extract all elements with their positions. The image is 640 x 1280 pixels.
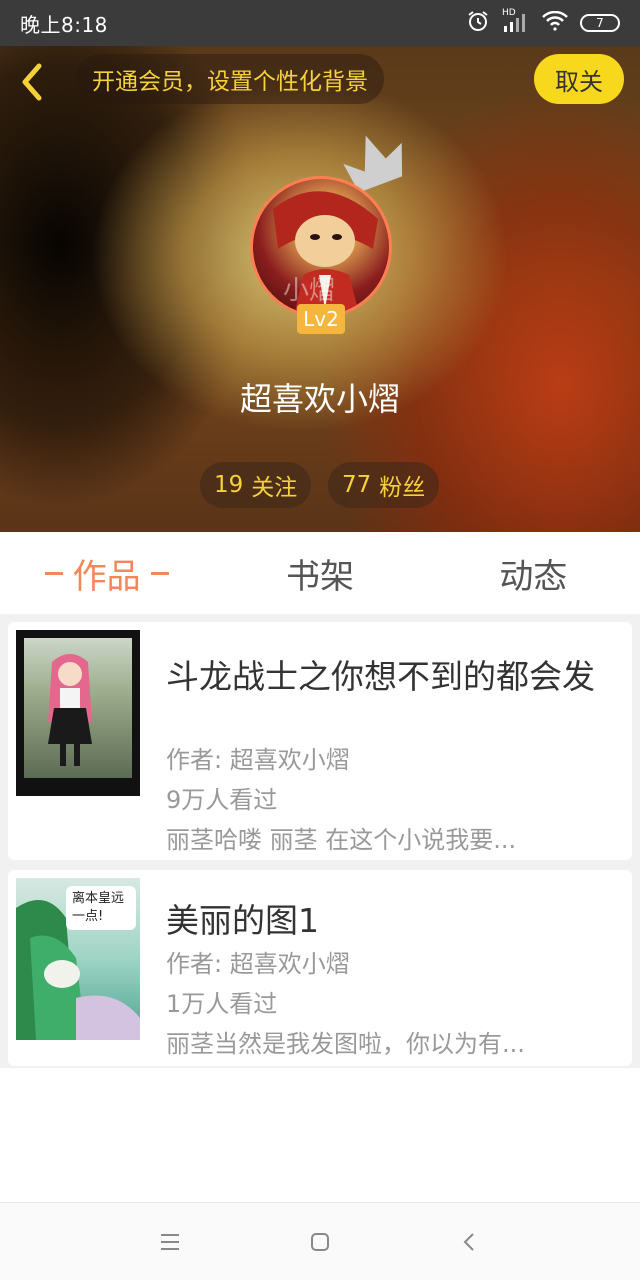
- cover-character: [48, 654, 92, 766]
- signal-icon: HD: [502, 8, 530, 34]
- fans-label: 粉丝: [379, 475, 426, 501]
- works-list: 斗龙战士之你想不到的都会发 作者: 超喜欢小熠 9万人看过 丽茎哈喽 丽茎 在这…: [0, 614, 640, 1068]
- tab-activity[interactable]: 动态: [427, 532, 640, 614]
- cover-art: [24, 638, 132, 778]
- following-count-button[interactable]: 19 关注: [200, 462, 312, 508]
- signal-hd-label: HD: [502, 8, 516, 18]
- cover-speech-bubble: 离本皇远一点!: [66, 886, 136, 930]
- work-views: 1万人看过: [166, 990, 278, 1018]
- fans-count-button[interactable]: 77 粉丝: [328, 462, 440, 508]
- work-title: 斗龙战士之你想不到的都会发: [166, 657, 595, 696]
- unfollow-button[interactable]: 取关: [534, 54, 624, 104]
- work-cover: [16, 630, 140, 796]
- system-navigation-bar: [0, 1202, 640, 1280]
- list-item[interactable]: 离本皇远一点! 美丽的图1 作者: 超喜欢小熠 1万人看过 丽茎当然是我发图啦，…: [8, 870, 632, 1066]
- status-time: 晚上8:18: [20, 12, 108, 37]
- menu-icon: [161, 1233, 179, 1250]
- vip-background-promo[interactable]: 开通会员，设置个性化背景: [76, 54, 384, 104]
- tab-active-dash-left: [44, 571, 63, 575]
- work-title: 美丽的图1: [166, 901, 319, 940]
- following-count: 19: [214, 472, 244, 498]
- tab-works-label: 作品: [72, 556, 141, 597]
- profile-tabs: 作品 书架 动态: [0, 532, 640, 614]
- list-item[interactable]: 斗龙战士之你想不到的都会发 作者: 超喜欢小熠 9万人看过 丽茎哈喽 丽茎 在这…: [8, 622, 632, 860]
- home-icon: [311, 1232, 329, 1251]
- work-description: 丽茎哈喽 丽茎 在这个小说我要...: [166, 826, 517, 854]
- work-description: 丽茎当然是我发图啦，你以为有...: [166, 1030, 525, 1058]
- menu-button[interactable]: [150, 1222, 190, 1262]
- back-arrow-icon: [22, 63, 42, 101]
- following-label: 关注: [251, 475, 298, 501]
- fans-count: 77: [342, 472, 372, 498]
- work-author: 作者: 超喜欢小熠: [166, 746, 350, 774]
- avatar[interactable]: 小熠: [250, 176, 392, 318]
- tab-activity-label: 动态: [499, 556, 568, 597]
- tab-bookshelf-label: 书架: [285, 556, 354, 597]
- profile-header: 开通会员，设置个性化背景 取关 小熠 Lv2 超喜欢小熠 19 关注 77 粉丝: [0, 46, 640, 532]
- tab-works[interactable]: 作品: [0, 532, 213, 614]
- tab-bookshelf[interactable]: 书架: [213, 532, 426, 614]
- work-cover: 离本皇远一点!: [16, 878, 140, 1040]
- work-views: 9万人看过: [166, 786, 278, 814]
- wifi-icon: [542, 10, 568, 35]
- status-icons: HD 7: [466, 8, 620, 37]
- user-nickname: 超喜欢小熠: [239, 380, 400, 418]
- work-author: 作者: 超喜欢小熠: [166, 950, 350, 978]
- alarm-icon: [466, 9, 490, 37]
- level-badge: Lv2: [297, 304, 345, 334]
- home-button[interactable]: [300, 1222, 340, 1262]
- tab-active-dash-right: [150, 571, 169, 575]
- status-bar: 晚上8:18 HD 7: [0, 0, 640, 46]
- back-button[interactable]: [12, 60, 52, 104]
- battery-icon: 7: [580, 14, 620, 32]
- avatar-watermark: 小熠: [283, 276, 336, 306]
- system-back-button[interactable]: [450, 1222, 490, 1262]
- back-icon: [463, 1232, 474, 1251]
